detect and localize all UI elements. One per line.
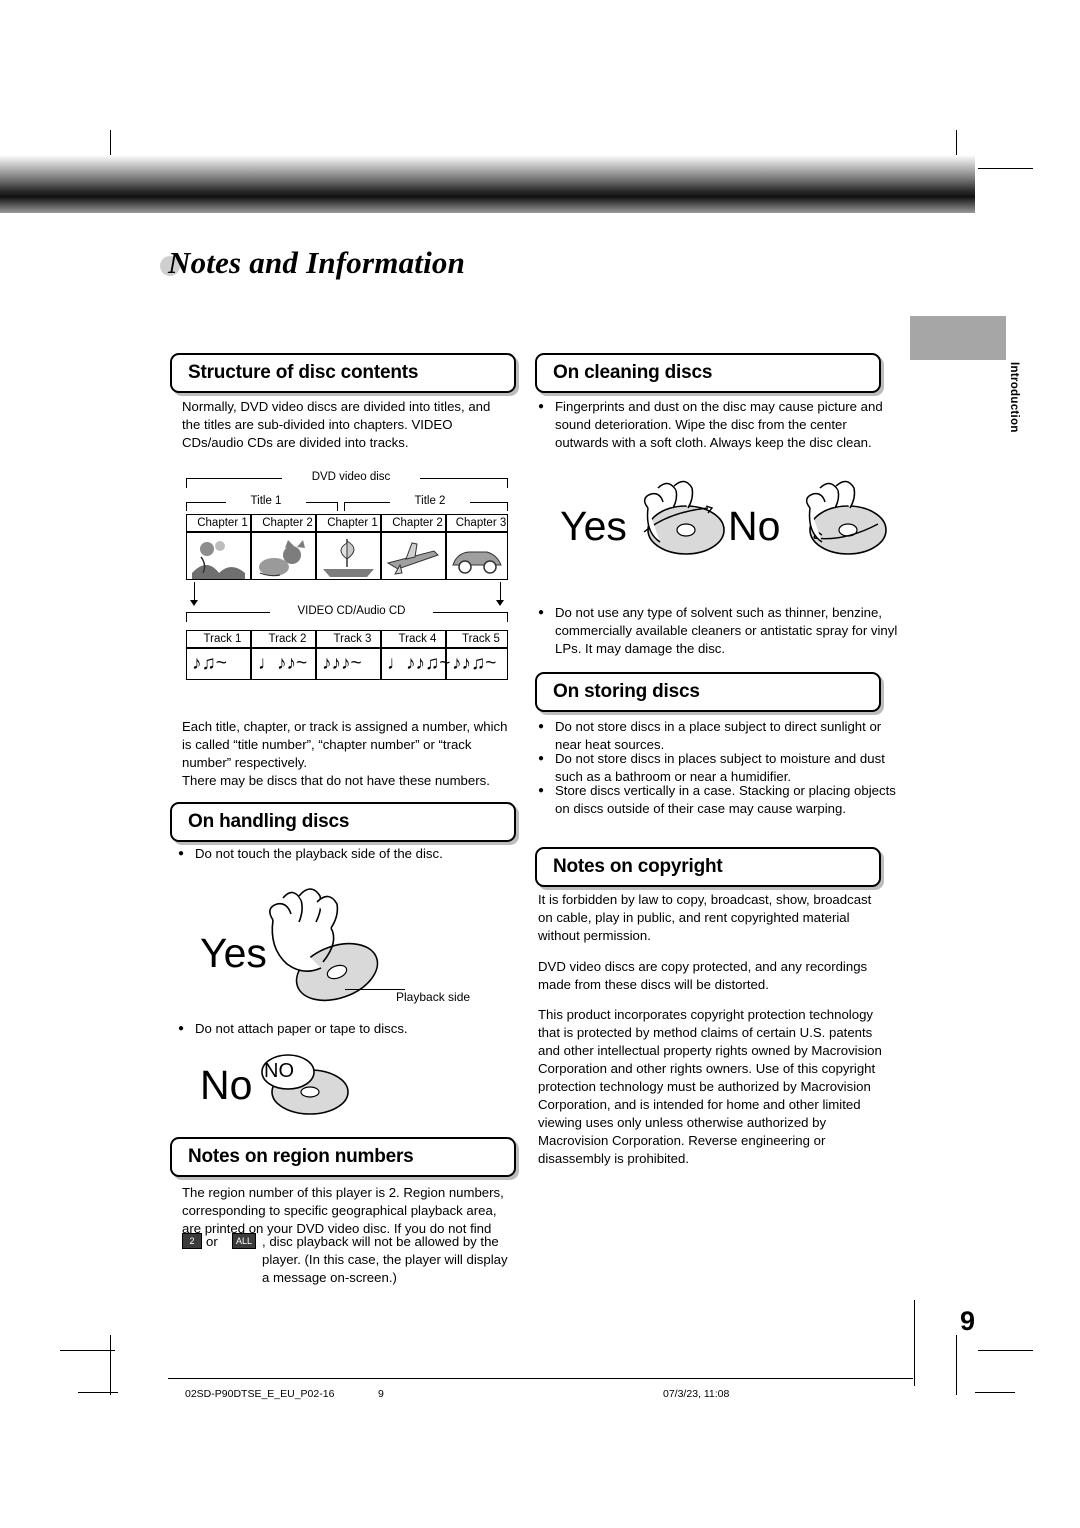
diagram-thumb-flowers (186, 532, 251, 580)
structure-paragraph: Normally, DVD video discs are divided in… (182, 399, 491, 450)
diagram-track-1: Track 1 (203, 633, 242, 645)
cleaning-no-label: No (728, 503, 781, 549)
page-number: 9 (959, 1306, 975, 1336)
diagram-thumb-plane (381, 532, 446, 580)
storing-bullet-3: Store discs vertically in a case. Stacki… (538, 782, 899, 818)
diagram-track-2: Track 2 (268, 633, 307, 645)
section-header-region-label: Notes on region numbers (188, 1146, 414, 1167)
header-gradient-bar (0, 155, 975, 213)
diagram-thumb-ship (316, 532, 381, 580)
diagram-dvd-label: DVD video disc (282, 471, 420, 483)
side-tab-label: Introduction (1008, 362, 1020, 433)
crop-mark (978, 168, 1033, 169)
wipe-disc-incorrect-illustration (805, 480, 887, 555)
diagram-title-2: Title 2 (390, 495, 470, 507)
section-header-handling: On handling discs (170, 802, 516, 842)
footer-divider (168, 1378, 913, 1379)
section-header-cleaning-label: On cleaning discs (553, 362, 713, 383)
crop-mark (978, 1350, 1033, 1351)
diagram-thumb-car (446, 532, 508, 580)
playback-side-label: Playback side (396, 990, 471, 1004)
section-header-storing: On storing discs (535, 672, 881, 712)
cleaning-bullet-2: Do not use any type of solvent such as t… (538, 604, 899, 658)
structure-paragraph-2: Each title, chapter, or track is assigne… (182, 719, 508, 770)
disc-structure-diagram: DVD video disc Title 1 Title 2 Chapter 1… (182, 466, 512, 716)
diagram-track-3: Track 3 (333, 633, 372, 645)
footer-file-name: 02SD-P90DTSE_E_EU_P02-16 (185, 1388, 335, 1400)
diagram-chapter-2: Chapter 2 (262, 517, 313, 529)
crop-mark (975, 1392, 1015, 1393)
handling-bullet-2: Do not attach paper or tape to discs. (178, 1020, 525, 1038)
diagram-cd-label: VIDEO CD/Audio CD (270, 605, 433, 617)
section-header-copyright: Notes on copyright (535, 847, 881, 887)
section-header-structure: Structure of disc contents (170, 353, 516, 393)
side-tab-block (910, 316, 1006, 360)
section-header-storing-label: On storing discs (553, 681, 700, 702)
storing-bullet-2: Do not store discs in places subject to … (538, 750, 899, 786)
diagram-title-1: Title 1 (226, 495, 306, 507)
section-header-copyright-label: Notes on copyright (553, 856, 723, 877)
storing-bullet-1: Do not store discs in a place subject to… (538, 718, 899, 754)
crop-mark (60, 1350, 115, 1351)
diagram-chapter-5: Chapter 3 (455, 517, 507, 529)
copyright-paragraph-3: This product incorporates copyright prot… (538, 1007, 882, 1166)
page-canvas: Notes and Information Introduction Struc… (0, 0, 1080, 1528)
section-header-region: Notes on region numbers (170, 1137, 516, 1177)
page-number-rule (914, 1300, 915, 1386)
crop-mark (956, 1335, 957, 1395)
diagram-track-5: Track 5 (462, 633, 500, 645)
section-header-handling-label: On handling discs (188, 811, 350, 832)
crop-mark (78, 1392, 118, 1393)
region-text-before: The region number of this player is 2. R… (182, 1185, 504, 1236)
wipe-disc-correct-illustration (643, 480, 725, 555)
footer-date: 07/3/23, 11:08 (663, 1388, 730, 1400)
region-or-label: or (206, 1234, 218, 1249)
music-note-icon: ♪♫~ (192, 653, 227, 674)
no-badge-text: NO (264, 1060, 294, 1082)
diagram-thumb-cat (251, 532, 316, 580)
section-header-structure-label: Structure of disc contents (188, 362, 419, 383)
structure-paragraph-3: There may be discs that do not have thes… (182, 773, 490, 788)
region-icon-2: 2 (182, 1233, 202, 1249)
copyright-paragraph-2: DVD video discs are copy protected, and … (538, 959, 868, 992)
diagram-chapter-1: Chapter 1 (197, 517, 248, 529)
page-title: Notes and Information (168, 245, 466, 280)
cleaning-bullet-1: Fingerprints and dust on the disc may ca… (538, 398, 893, 452)
copyright-paragraph-1: It is forbidden by law to copy, broadcas… (538, 892, 872, 943)
diagram-chapter-3: Chapter 1 (327, 517, 378, 529)
region-icon-all: ALL (232, 1233, 256, 1249)
music-note-icon: ♪♪♪~ (322, 653, 362, 674)
music-note-icon: ♪♪♫~ (452, 653, 497, 674)
music-note-icon: ♩♪♪♫~ (387, 653, 451, 674)
section-header-cleaning: On cleaning discs (535, 353, 881, 393)
cleaning-yes-label: Yes (560, 503, 627, 549)
footer-page: 9 (378, 1388, 384, 1400)
diagram-chapter-4: Chapter 2 (392, 517, 443, 529)
handling-no-label: No (200, 1062, 253, 1108)
crop-mark (110, 1335, 111, 1395)
hand-holding-disc-illustration (269, 888, 379, 1002)
region-text-after: , disc playback will not be allowed by t… (262, 1234, 508, 1285)
diagram-track-4: Track 4 (398, 633, 437, 645)
handling-bullet-1: Do not touch the playback side of the di… (178, 845, 525, 863)
music-note-icon: ♩♪♪~ (258, 653, 308, 674)
